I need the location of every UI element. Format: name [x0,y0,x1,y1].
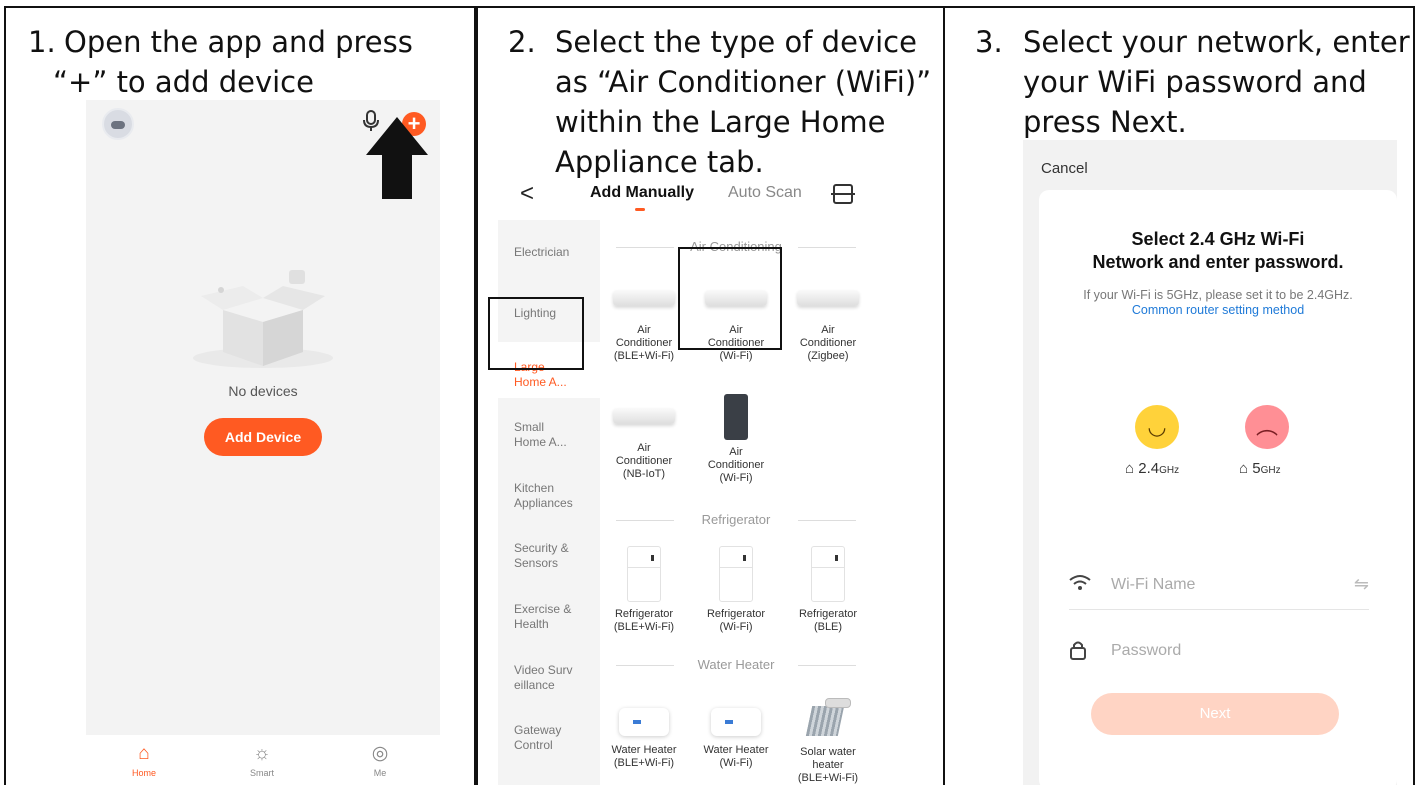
instruction-line: Select your network, enter [1023,25,1410,59]
router-icon: ⌂ [1239,460,1249,477]
solar-heater-icon [805,698,851,738]
step-number: 1. [28,25,56,59]
device-water-heater-ble-wifi[interactable]: Water Heater (BLE+Wi-Fi) [598,708,690,770]
password-field[interactable]: Password [1069,628,1369,676]
tab-label: Home [131,768,156,778]
band-2-4ghz: ⌂ 2.4GHz [1125,460,1180,477]
wifi-setup-screen: Cancel Select 2.4 GHz Wi-Fi Network and e… [1023,140,1397,785]
device-water-heater-wifi[interactable]: Water Heater (Wi-Fi) [690,708,782,770]
tab-label: Smart [249,768,274,778]
home-icon: ⌂ [138,743,150,764]
scan-icon[interactable] [831,184,855,204]
active-tab-indicator [635,208,645,211]
add-device-header: < Add Manually Auto Scan [498,180,938,220]
device-ac-ble-wifi[interactable]: Air Conditioner (BLE+Wi-Fi) [598,290,690,363]
arrow-up-icon [366,117,428,199]
tab-smart[interactable]: ☼ Smart [232,743,292,778]
instruction-line: as “Air Conditioner (WiFi)” [555,65,932,99]
portable-ac-icon [724,394,748,440]
next-button[interactable]: Next [1091,693,1339,735]
highlight-large-home-appliance [488,297,584,370]
step-1-panel: 1. Open the app and press “+” to add dev… [4,6,476,785]
tab-home[interactable]: ⌂ Home [114,743,174,778]
step-2-panel: 2. Select the type of device as “Air Con… [476,6,945,785]
avatar[interactable] [102,108,134,140]
instruction-line: Appliance tab. [555,145,764,179]
step-number: 2. [508,25,536,59]
instruction-line: Select the type of device [555,25,917,59]
switch-network-icon[interactable]: ⇋ [1354,574,1369,595]
band-5ghz: ⌂ 5GHz [1239,460,1281,477]
happy-face-icon: ◡ [1135,405,1179,449]
category-kitchen-appliances[interactable]: Kitchen Appliances [514,481,573,511]
wifi-name-placeholder: Wi-Fi Name [1111,576,1196,593]
water-heater-icon [711,708,761,736]
water-heater-icon [619,708,669,736]
category-electrician[interactable]: Electrician [514,245,569,260]
device-fridge-wifi[interactable]: Refrigerator (Wi-Fi) [690,546,782,634]
wifi-heading: Select 2.4 GHz Wi-Fi Network and enter pa… [1092,229,1344,272]
sad-face-icon: ︵ [1245,405,1289,449]
home-screen: + No devices Add Device ⌂ Home ☼ Smart ◎… [86,100,440,785]
refrigerator-icon [627,546,661,602]
category-small-home-appliance[interactable]: Small Home A... [514,420,567,450]
refrigerator-icon [811,546,845,602]
device-fridge-ble[interactable]: Refrigerator (BLE) [782,546,874,634]
section-refrigerator: Refrigerator [616,512,856,530]
sun-icon: ☼ [253,743,271,764]
bottom-tab-bar: ⌂ Home ☼ Smart ◎ Me [86,735,440,785]
device-solar-water-heater[interactable]: Solar water heater (BLE+Wi-Fi) [782,698,874,785]
category-gateway-control[interactable]: Gateway Control [514,723,561,753]
air-conditioner-icon [797,290,859,306]
tab-me[interactable]: ◎ Me [350,743,410,778]
instruction-line: Open the app and press [64,25,413,59]
instruction-line: press Next. [1023,105,1187,139]
tab-auto-scan[interactable]: Auto Scan [728,184,802,202]
instruction-line: your WiFi password and [1023,65,1367,99]
back-icon[interactable]: < [520,180,534,208]
wifi-icon [1069,574,1091,597]
empty-box-illustration [193,270,333,368]
router-icon: ⌂ [1125,460,1135,477]
cancel-button[interactable]: Cancel [1041,160,1088,177]
device-ac-zigbee[interactable]: Air Conditioner (Zigbee) [782,290,874,363]
wifi-hint: If your Wi-Fi is 5GHz, please set it to … [1083,288,1353,317]
step-number: 3. [975,25,1003,59]
instruction-line: within the Large Home [555,105,886,139]
air-conditioner-icon [613,290,675,306]
air-conditioner-icon [613,408,675,424]
wifi-name-field[interactable]: Wi-Fi Name ⇋ [1069,562,1369,610]
router-setting-link[interactable]: Common router setting method [1132,303,1304,317]
section-water-heater: Water Heater [616,657,856,675]
device-ac-portable-wifi[interactable]: Air Conditioner (Wi-Fi) [690,394,782,485]
tab-label: Me [373,768,387,778]
add-device-button[interactable]: Add Device [204,418,322,456]
category-exercise-health[interactable]: Exercise & Health [514,602,571,632]
empty-state-text: No devices [228,383,298,399]
refrigerator-icon [719,546,753,602]
device-ac-nb-iot[interactable]: Air Conditioner (NB-IoT) [598,408,690,481]
step-3-panel: 3. Select your network, enter your WiFi … [943,6,1415,785]
instruction-line: “+” to add device [53,65,314,99]
password-placeholder: Password [1111,642,1182,659]
highlight-ac-wifi [678,247,782,350]
category-security-sensors[interactable]: Security & Sensors [514,541,569,571]
lock-icon [1069,640,1087,665]
device-fridge-ble-wifi[interactable]: Refrigerator (BLE+Wi-Fi) [598,546,690,634]
user-icon: ◎ [371,743,389,764]
category-video-surveillance[interactable]: Video Surv eillance [514,663,572,693]
tab-add-manually[interactable]: Add Manually [590,184,694,202]
wifi-card: Select 2.4 GHz Wi-Fi Network and enter pa… [1039,190,1397,785]
